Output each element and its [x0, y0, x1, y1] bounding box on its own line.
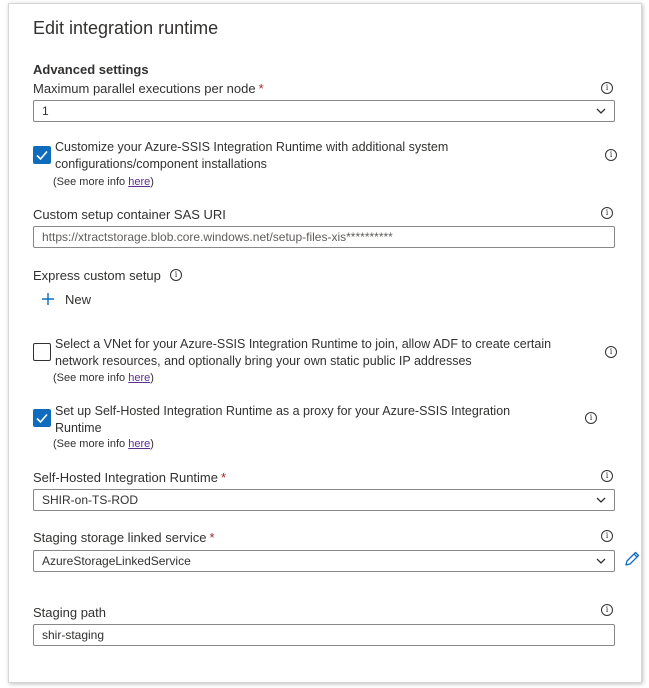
shir-value: SHIR-on-TS-ROD: [42, 493, 139, 507]
max-parallel-label: Maximum parallel executions per node *: [33, 81, 264, 96]
staging-path-input[interactable]: shir-staging: [33, 624, 615, 646]
chevron-down-icon: [596, 558, 606, 564]
max-parallel-label-text: Maximum parallel executions per node: [33, 81, 256, 96]
chevron-down-icon: [596, 497, 606, 503]
more-info-suffix: ): [150, 372, 154, 384]
info-icon[interactable]: i: [170, 269, 182, 281]
customize-more-info: (See more info here): [53, 176, 154, 188]
more-info-prefix: (See more info: [53, 176, 129, 188]
required-mark: *: [220, 470, 227, 485]
staging-path-label: Staging path: [33, 605, 107, 620]
customize-more-info-link[interactable]: here: [128, 176, 150, 188]
info-icon[interactable]: i: [605, 346, 617, 358]
more-info-prefix: (See more info: [53, 438, 129, 450]
pencil-icon[interactable]: [623, 550, 641, 568]
info-icon[interactable]: i: [585, 412, 597, 424]
shir-label-text: Self-Hosted Integration Runtime: [33, 470, 218, 485]
more-info-suffix: ): [150, 176, 154, 188]
shir-dropdown[interactable]: SHIR-on-TS-ROD: [33, 489, 615, 511]
staging-service-label-text: Staging storage linked service: [33, 530, 207, 545]
info-icon[interactable]: i: [605, 149, 617, 161]
info-icon[interactable]: i: [601, 470, 613, 482]
proxy-more-info: (See more info here): [53, 438, 154, 450]
staging-service-label: Staging storage linked service *: [33, 530, 215, 545]
max-parallel-dropdown[interactable]: 1: [33, 100, 615, 122]
info-icon[interactable]: i: [601, 604, 613, 616]
more-info-prefix: (See more info: [53, 372, 129, 384]
express-new-label: New: [65, 292, 92, 307]
proxy-more-info-link[interactable]: here: [128, 438, 150, 450]
vnet-line-1: Select a VNet for your Azure-SSIS Integr…: [55, 337, 552, 351]
max-parallel-value: 1: [42, 104, 49, 118]
vnet-more-info-link[interactable]: here: [128, 372, 150, 384]
customize-checkbox[interactable]: [33, 146, 51, 164]
panel-title: Edit integration runtime: [33, 18, 219, 38]
required-mark: *: [209, 530, 215, 545]
sas-uri-value: https://xtractstorage.blob.core.windows.…: [42, 230, 393, 244]
customize-text: Customize your Azure-SSIS Integration Ru…: [55, 139, 448, 173]
checkmark-icon: [36, 413, 48, 424]
advanced-settings-heading: Advanced settings: [33, 62, 149, 77]
proxy-checkbox[interactable]: [33, 409, 51, 427]
staging-service-dropdown[interactable]: AzureStorageLinkedService: [33, 550, 615, 572]
info-icon[interactable]: i: [601, 530, 613, 542]
shir-label: Self-Hosted Integration Runtime *: [33, 470, 226, 485]
vnet-more-info: (See more info here): [53, 372, 154, 384]
info-icon[interactable]: i: [601, 207, 613, 219]
info-icon[interactable]: i: [601, 82, 613, 94]
required-mark: *: [258, 81, 264, 96]
sas-uri-label: Custom setup container SAS URI: [33, 207, 226, 222]
staging-path-value: shir-staging: [42, 628, 105, 642]
vnet-text: Select a VNet for your Azure-SSIS Integr…: [55, 336, 551, 370]
edit-runtime-panel: Edit integration runtime Advanced settin…: [8, 3, 642, 683]
proxy-line-1: Set up Self-Hosted Integration Runtime a…: [55, 404, 511, 418]
proxy-line-2: Runtime: [55, 421, 102, 435]
vnet-checkbox[interactable]: [33, 343, 51, 361]
staging-service-value: AzureStorageLinkedService: [42, 554, 191, 568]
sas-uri-input[interactable]: https://xtractstorage.blob.core.windows.…: [33, 226, 615, 248]
checkmark-icon: [36, 150, 48, 161]
customize-line-2: configurations/component installations: [55, 157, 267, 171]
customize-line-1: Customize your Azure-SSIS Integration Ru…: [55, 140, 449, 154]
express-setup-label: Express custom setup: [33, 268, 161, 283]
chevron-down-icon: [596, 108, 606, 114]
proxy-text: Set up Self-Hosted Integration Runtime a…: [55, 403, 510, 437]
plus-icon: [42, 293, 54, 305]
more-info-suffix: ): [150, 438, 154, 450]
vnet-line-2: network resources, and optionally bring …: [55, 354, 472, 368]
